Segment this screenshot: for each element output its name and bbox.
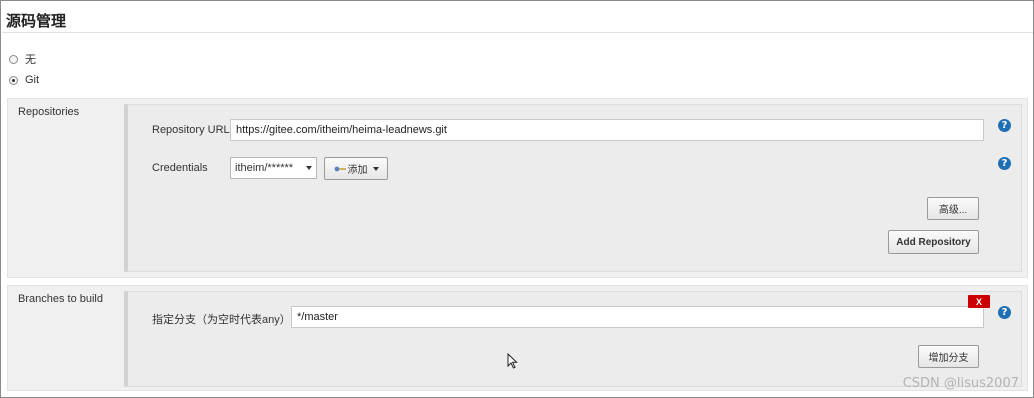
credentials-value: itheim/****** (235, 162, 294, 174)
advanced-button[interactable]: 高级... (927, 197, 979, 220)
help-icon[interactable]: ? (998, 119, 1011, 132)
branch-specifier-label: 指定分支（为空时代表any） (152, 314, 291, 326)
credentials-label: Credentials (152, 162, 208, 174)
repository-url-label: Repository URL (152, 124, 230, 136)
branches-label: Branches to build (18, 293, 103, 305)
scm-option-git[interactable]: Git (9, 74, 39, 86)
radio-git-label: Git (25, 74, 40, 86)
add-credentials-label: 添加 (347, 165, 368, 176)
radio-none-label: 无 (25, 54, 36, 66)
branch-specifier-input[interactable]: */master (291, 306, 984, 328)
repository-entry: Repository URL https://gitee.com/itheim/… (124, 104, 1022, 272)
branch-entry: 指定分支（为空时代表any） */master X ? 增加分支 (124, 291, 1022, 387)
branches-section: Branches to build 指定分支（为空时代表any） */maste… (7, 285, 1028, 391)
caret-down-icon (372, 166, 379, 171)
scm-config-frame: 源码管理 无 Git Repositories Repository URL h… (0, 0, 1034, 398)
repositories-label: Repositories (18, 106, 80, 118)
add-credentials-button[interactable]: 添加 (324, 157, 388, 180)
mouse-cursor-icon (507, 353, 518, 369)
repository-url-input[interactable]: https://gitee.com/itheim/heima-leadnews.… (230, 119, 984, 141)
help-icon[interactable]: ? (998, 157, 1011, 170)
add-repository-button[interactable]: Add Repository (888, 230, 979, 254)
help-icon[interactable]: ? (998, 306, 1011, 319)
section-title: 源码管理 (6, 12, 67, 30)
delete-branch-button[interactable]: X (968, 295, 990, 308)
key-icon (334, 166, 346, 171)
radio-none[interactable] (9, 54, 18, 64)
section-header: 源码管理 (2, 2, 1033, 33)
add-branch-button[interactable]: 增加分支 (918, 345, 979, 368)
watermark: CSDN @lisus2007 (902, 376, 1019, 391)
credentials-select[interactable]: itheim/****** (230, 157, 317, 179)
radio-git[interactable] (9, 75, 18, 85)
repositories-section: Repositories Repository URL https://gite… (7, 98, 1028, 278)
scm-option-none[interactable]: 无 (9, 51, 36, 67)
caret-down-icon (306, 166, 312, 170)
